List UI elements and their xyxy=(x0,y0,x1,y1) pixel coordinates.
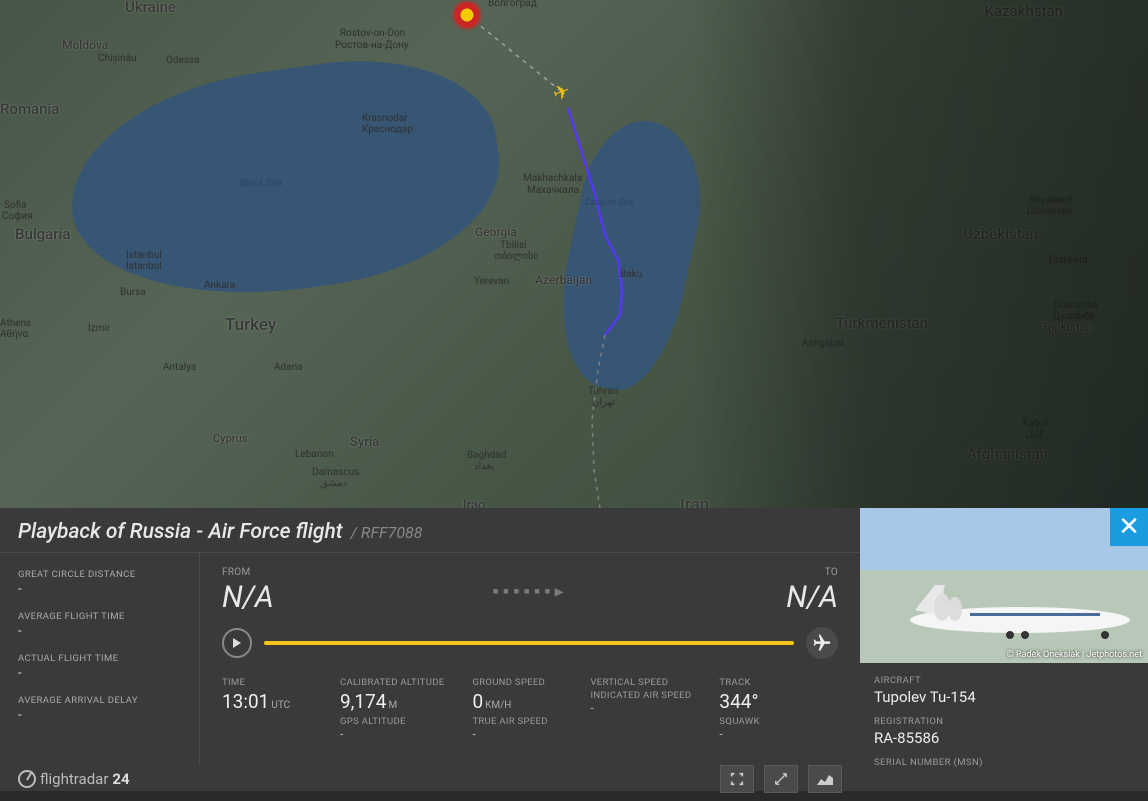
telemetry-track: TRACK 344° SQUAWK - xyxy=(719,677,809,741)
aircraft-msn: SERIAL NUMBER (MSN) xyxy=(874,757,1134,770)
map-city-shymkent-cyr: Шымкент xyxy=(1027,206,1073,217)
map-city-krasnodar: Krasnodar xyxy=(362,113,408,124)
map-city-rostov-cyr: Ростов-на-Дону xyxy=(335,40,409,51)
map-city-baghdad: Baghdad xyxy=(467,450,507,461)
map-city-ankara: Ankara xyxy=(204,280,235,291)
play-button[interactable] xyxy=(222,628,252,658)
map-city-tashkent: Tashkent xyxy=(1047,255,1088,266)
map-country-afghanistan: Afghanistan xyxy=(967,445,1048,463)
map-city-istanbul-tr: İstanbul xyxy=(126,261,162,272)
map-city-yerevan: Yerevan xyxy=(474,276,509,287)
fullscreen-button[interactable] xyxy=(720,765,754,793)
map-city-damascus-ar: دمشق xyxy=(320,478,347,489)
play-icon xyxy=(232,638,242,648)
aircraft-type: AIRCRAFT Tupolev Tu-154 xyxy=(874,675,1134,706)
map-city-dushanbe: Dushanbe xyxy=(1053,300,1098,311)
brand-logo[interactable]: flightradar24 xyxy=(18,770,130,788)
telemetry-time: TIME 13:01UTC xyxy=(222,677,312,741)
map-city-makhachkala-cyr: Махачкала xyxy=(527,185,579,196)
map-city-lebanon: Lebanon xyxy=(295,449,334,460)
map-city-kabul-fa: کابل xyxy=(1026,429,1044,440)
aircraft-photo[interactable]: © Radek Oneksiak | Jetphotos.net xyxy=(860,508,1148,663)
stat-gcd: GREAT CIRCLE DISTANCE - xyxy=(18,569,181,597)
progress-end-icon xyxy=(806,627,838,659)
map-country-bulgaria: Bulgaria xyxy=(15,225,70,243)
map-country-georgia: Georgia xyxy=(475,225,517,239)
map-city-chisinau: Chișinău xyxy=(98,53,137,64)
map-city-dushanbe-cyr: Душанбе xyxy=(1053,311,1095,322)
map-city-odessa: Odessa xyxy=(166,55,200,66)
map-country-kazakhstan: Kazakhstan xyxy=(984,2,1063,20)
telemetry-altitude: CALIBRATED ALTITUDE 9,174M GPS ALTITUDE … xyxy=(340,677,444,741)
route-icon xyxy=(774,772,788,786)
map-city-istanbul: Istanbul xyxy=(126,250,162,261)
map-country-ukraine: Ukraine xyxy=(125,0,176,16)
airplane-icon xyxy=(812,633,832,653)
map-city-baku: Baku xyxy=(620,269,642,280)
aircraft-registration: REGISTRATION RA-85586 xyxy=(874,716,1134,747)
map-sea-caspian: Caspian Sea xyxy=(585,198,633,208)
black-sea xyxy=(57,41,513,319)
route-to: TO N/A xyxy=(718,567,838,615)
route-toggle-button[interactable] xyxy=(764,765,798,793)
map-country-tajikistan: Tajikistan xyxy=(1041,320,1093,334)
map-country-cyprus: Cyprus xyxy=(213,432,247,445)
playback-title: Playback of Russia - Air Force flight xyxy=(18,520,343,544)
origin-marker[interactable] xyxy=(454,2,480,28)
route-from: FROM N/A xyxy=(222,567,342,615)
map-country-syria: Syria xyxy=(350,435,379,450)
map-city-tbilisi: Tbilisi xyxy=(500,240,526,251)
aircraft-icon[interactable]: ✈ xyxy=(549,78,573,106)
telemetry-ground-speed: GROUND SPEED 0KM/H TRUE AIR SPEED - xyxy=(472,677,562,741)
map-city-sofia-cyr: София xyxy=(2,211,33,222)
map-country-romania: Romania xyxy=(0,100,59,118)
map-city-ashgabat: Ashgabat xyxy=(802,338,845,349)
map-country-iran: Iran xyxy=(680,495,709,508)
map-country-iraq: Iraq xyxy=(463,498,485,508)
fullscreen-icon xyxy=(730,772,744,786)
title-bar: Playback of Russia - Air Force flight / … xyxy=(0,508,860,553)
route-arrow-icon: ▪▪▪▪▪▪▸ xyxy=(342,581,718,602)
playback-progress[interactable] xyxy=(264,641,794,645)
map-city-adana: Adana xyxy=(274,362,303,373)
stat-avg-flight-time: AVERAGE FLIGHT TIME - xyxy=(18,611,181,639)
stat-avg-delay: AVERAGE ARRIVAL DELAY - xyxy=(18,695,181,723)
map-city-damascus: Damascus xyxy=(312,467,359,478)
map-city-makhachkala: Makhachkala xyxy=(523,173,582,184)
map-city-tbilisi-geo: თბილისი xyxy=(494,251,539,262)
map-city-tehran-fa: تهران xyxy=(592,397,615,408)
map-city-kabul: Kabul xyxy=(1023,418,1048,429)
map-city-bursa: Bursa xyxy=(120,287,146,298)
radar-icon xyxy=(18,770,36,788)
map-city-izmir: İzmir xyxy=(88,323,110,334)
map-city-baghdad-ar: بغداد xyxy=(474,461,494,472)
map-country-azerbaijan: Azerbaijan xyxy=(535,273,592,287)
map-city-shymkent: Shymkent xyxy=(1029,195,1073,206)
map-city-tehran: Tehran xyxy=(588,386,618,397)
photo-credit: © Radek Oneksiak | Jetphotos.net xyxy=(1007,650,1142,660)
info-panel: Playback of Russia - Air Force flight / … xyxy=(0,508,1148,791)
chart-button[interactable] xyxy=(808,765,842,793)
map-city-antalya: Antalya xyxy=(163,362,196,373)
map-city-rostov: Rostov-on-Don xyxy=(340,28,405,39)
map-city-krasnodar-cyr: Краснодар xyxy=(362,124,413,135)
chart-icon xyxy=(817,773,833,785)
caspian-sea xyxy=(543,110,717,399)
flight-number: / RFF7088 xyxy=(351,523,423,542)
close-icon: ✕ xyxy=(1118,512,1140,542)
aircraft-silhouette xyxy=(880,565,1140,645)
map-city-athens: Athens xyxy=(0,318,31,329)
telemetry-vertical-speed: VERTICAL SPEED INDICATED AIR SPEED - xyxy=(590,677,691,741)
map-sea-black: Black Sea xyxy=(240,178,282,189)
map-city-volgograd-cyr: Волгоград xyxy=(488,0,537,9)
map-city-sofia: Sofia xyxy=(4,200,27,211)
map-country-turkmenistan: Turkmenistan xyxy=(836,314,928,332)
map-country-moldova: Moldova xyxy=(62,38,108,52)
map-view[interactable]: ✈ Ukraine Kazakhstan Moldova Romania Bul… xyxy=(0,0,1148,508)
map-country-uzbekistan: Uzbekistan xyxy=(963,225,1038,243)
map-country-turkey: Turkey xyxy=(225,315,276,335)
close-button[interactable]: ✕ xyxy=(1110,508,1148,546)
stat-actual-flight-time: ACTUAL FLIGHT TIME - xyxy=(18,653,181,681)
map-city-athens-gr: Αθήνα xyxy=(0,329,28,340)
